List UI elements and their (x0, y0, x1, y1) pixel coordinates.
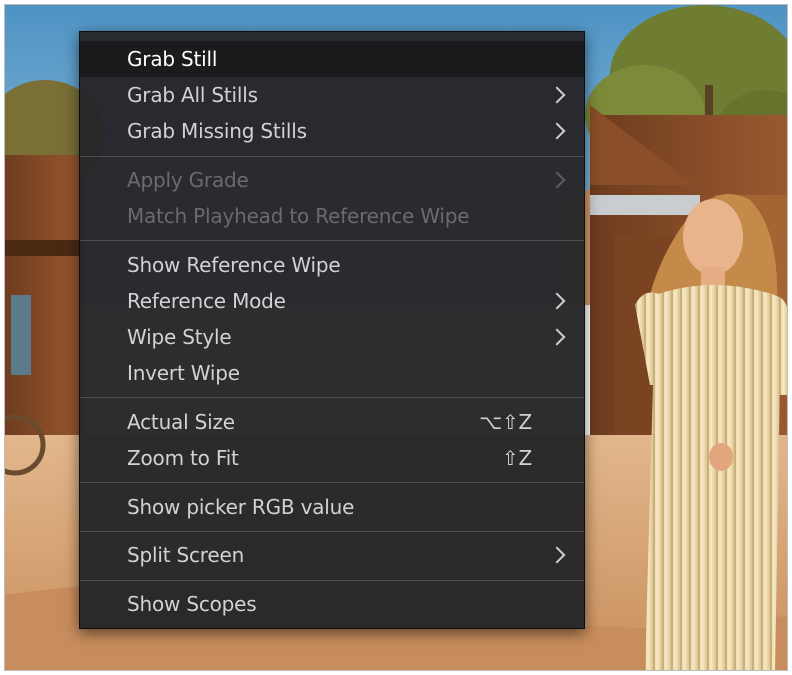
menu-item-grab-still[interactable]: Grab Still (80, 41, 584, 77)
menu-item-label: Actual Size (127, 410, 235, 434)
menu-item-label: Wipe Style (127, 325, 232, 349)
chevron-right-icon (548, 328, 566, 346)
menu-item-split-screen[interactable]: Split Screen (80, 537, 584, 573)
chevron-right-icon (548, 292, 566, 310)
menu-item-label: Match Playhead to Reference Wipe (127, 204, 470, 228)
menu-separator (80, 482, 584, 483)
menu-item-match-playhead-to-reference-wipe[interactable]: Match Playhead to Reference Wipe (80, 198, 584, 234)
menu-item-label: Grab Missing Stills (127, 119, 307, 143)
chevron-right-icon (548, 122, 566, 140)
keyboard-shortcut: ⌥⇧Z (479, 410, 532, 434)
menu-item-grab-all-stills[interactable]: Grab All Stills (80, 77, 584, 113)
keyboard-shortcut: ⇧Z (501, 446, 532, 470)
menu-item-reference-mode[interactable]: Reference Mode (80, 283, 584, 319)
chevron-right-icon (548, 546, 566, 564)
viewer-context-menu: Grab Still Grab All Stills Grab Missing … (79, 31, 585, 629)
menu-item-show-scopes[interactable]: Show Scopes (80, 586, 584, 622)
menu-separator (80, 240, 584, 241)
menu-item-actual-size[interactable]: Actual Size ⌥⇧Z (80, 404, 584, 440)
menu-item-wipe-style[interactable]: Wipe Style (80, 319, 584, 355)
menu-item-label: Zoom to Fit (127, 446, 239, 470)
menu-item-grab-missing-stills[interactable]: Grab Missing Stills (80, 113, 584, 149)
menu-item-label: Grab Still (127, 47, 218, 71)
menu-separator (80, 397, 584, 398)
chevron-right-icon (548, 171, 566, 189)
menu-item-label: Grab All Stills (127, 83, 258, 107)
menu-item-show-reference-wipe[interactable]: Show Reference Wipe (80, 247, 584, 283)
menu-item-show-picker-rgb-value[interactable]: Show picker RGB value (80, 489, 584, 525)
menu-item-label: Split Screen (127, 543, 245, 567)
menu-item-label: Show picker RGB value (127, 495, 355, 519)
menu-item-label: Show Scopes (127, 592, 257, 616)
menu-item-label: Reference Mode (127, 289, 286, 313)
chevron-right-icon (548, 86, 566, 104)
menu-item-label: Show Reference Wipe (127, 253, 341, 277)
menu-item-label: Invert Wipe (127, 361, 240, 385)
menu-item-invert-wipe[interactable]: Invert Wipe (80, 355, 584, 391)
menu-separator (80, 156, 584, 157)
menu-separator (80, 580, 584, 581)
menu-separator (80, 531, 584, 532)
menu-item-apply-grade[interactable]: Apply Grade (80, 162, 584, 198)
menu-item-label: Apply Grade (127, 168, 249, 192)
menu-item-zoom-to-fit[interactable]: Zoom to Fit ⇧Z (80, 440, 584, 476)
